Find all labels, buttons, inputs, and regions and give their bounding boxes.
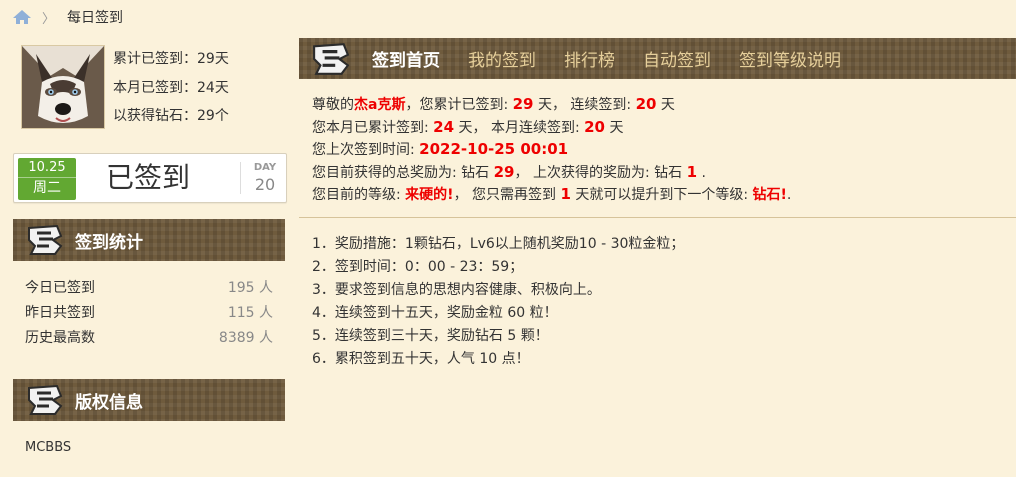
stats-section-title: 签到统计 xyxy=(75,232,143,253)
username[interactable]: 杰a克斯 xyxy=(354,97,405,113)
copyright-section-header: 版权信息 xyxy=(13,379,285,421)
home-icon[interactable] xyxy=(12,9,32,25)
day-divider xyxy=(240,162,241,194)
signed-status: 已签到 xyxy=(106,161,191,194)
current-level: 来硬的! xyxy=(405,187,454,203)
info-text: 天， 连续签到: xyxy=(533,97,636,113)
info-text: 您目前的等级: xyxy=(312,187,406,203)
date-label: 10.25 xyxy=(18,158,76,178)
last-reward: 1 xyxy=(686,162,698,181)
breadcrumb: 〉 每日签到 xyxy=(12,7,123,27)
mcbbs-logo-icon xyxy=(313,42,350,75)
stats-row-label: 昨日共签到 xyxy=(25,305,95,321)
month-signed-stat: 本月已签到：24天 xyxy=(113,79,229,96)
rule-item: 4．连续签到十五天，奖励金粒 60 粒！ xyxy=(312,305,558,321)
copyright-section-title: 版权信息 xyxy=(75,392,143,413)
total-signed-stat: 累计已签到：29天 xyxy=(113,51,229,67)
tab-ranking[interactable]: 排行榜 xyxy=(564,46,615,71)
sign-info: 尊敬的杰a克斯，您累计已签到: 29 天， 连续签到: 20 天 您本月已累计签… xyxy=(312,93,791,206)
month-days: 24 xyxy=(433,117,455,136)
breadcrumb-current[interactable]: 每日签到 xyxy=(67,7,123,27)
total-days: 29 xyxy=(512,95,534,113)
info-text: ，您累计已签到: xyxy=(405,97,513,113)
sign-status-card[interactable]: 10.25 周二 已签到 DAY 20 xyxy=(13,153,287,203)
date-box: 10.25 周二 xyxy=(18,158,76,200)
month-streak-days: 20 xyxy=(584,117,605,136)
info-line-reward: 您目前获得的总奖励为: 钻石 29， 上次获得的奖励为: 钻石 1 . xyxy=(312,161,791,184)
info-line-level: 您目前的等级: 来硬的!， 您只需再签到 1 天就可以提升到下一个等级: 钻石!… xyxy=(312,183,791,206)
tab-my-sign[interactable]: 我的签到 xyxy=(468,46,536,71)
stats-list: 今日已签到 195 人 昨日共签到 115 人 历史最高数 8389 人 xyxy=(25,276,273,351)
mcbbs-logo-icon xyxy=(28,224,63,255)
last-sign-time: 2022-10-25 00:01 xyxy=(419,140,569,158)
tab-sign-home[interactable]: 签到首页 xyxy=(372,46,440,71)
rule-item: 6．累积签到五十天，人气 10 点！ xyxy=(312,351,530,367)
day-box: DAY 20 xyxy=(250,161,280,195)
stats-row: 昨日共签到 115 人 xyxy=(25,301,273,326)
days-needed: 1 xyxy=(560,185,571,203)
copyright-text: MCBBS xyxy=(25,440,72,455)
info-text: . xyxy=(786,187,792,203)
weekday-label: 周二 xyxy=(33,180,61,196)
tab-auto-sign[interactable]: 自动签到 xyxy=(643,46,711,71)
rule-item: 3．要求签到信息的思想内容健康、积极向上。 xyxy=(312,282,601,298)
mcbbs-logo-icon xyxy=(28,384,63,415)
rule-item: 2．签到时间：0：00 - 23：59； xyxy=(312,259,524,275)
avatar[interactable] xyxy=(21,45,105,129)
nav-bar: 签到首页 我的签到 排行榜 自动签到 签到等级说明 xyxy=(299,38,1016,79)
breadcrumb-separator: 〉 xyxy=(42,11,56,27)
stats-row-value: 195 人 xyxy=(227,280,273,296)
stats-row-label: 今日已签到 xyxy=(25,280,95,296)
info-line-month: 您本月已累计签到: 24 天， 本月连续签到: 20 天 xyxy=(312,116,791,139)
info-text: 您本月已累计签到: xyxy=(312,119,434,136)
info-text: 尊敬的 xyxy=(312,97,354,113)
stats-row: 历史最高数 8389 人 xyxy=(25,326,273,351)
day-label: DAY xyxy=(253,162,277,173)
info-text: 天， 本月连续签到: xyxy=(454,119,585,136)
stats-row-label: 历史最高数 xyxy=(25,330,95,346)
info-text: 天 xyxy=(656,97,675,113)
rule-item: 5．连续签到三十天，奖励钻石 5 颗！ xyxy=(312,328,549,344)
info-text: 天 xyxy=(605,119,624,136)
stats-row-value: 8389 人 xyxy=(218,330,273,346)
streak-days: 20 xyxy=(635,95,657,113)
info-line-total: 尊敬的杰a克斯，您累计已签到: 29 天， 连续签到: 20 天 xyxy=(312,93,791,116)
divider xyxy=(299,217,1016,218)
info-text: 您目前获得的总奖励为: 钻石 xyxy=(312,164,494,181)
user-stats: 累计已签到：29天 本月已签到：24天 以获得钻石：29个 xyxy=(113,45,229,131)
total-reward: 29 xyxy=(493,162,515,181)
stats-row-value: 115 人 xyxy=(227,305,273,321)
info-text: 天就可以提升到下一个等级: xyxy=(570,187,753,203)
info-text: ， 上次获得的奖励为: 钻石 xyxy=(514,164,687,181)
info-text: . xyxy=(697,164,706,181)
rule-item: 1．奖励措施：1颗钻石，Lv6以上随机奖励10 - 30粒金粒； xyxy=(312,236,685,252)
stats-row: 今日已签到 195 人 xyxy=(25,276,273,301)
info-text: ， 您只需再签到 xyxy=(453,187,561,203)
next-level: 钻石! xyxy=(752,187,787,203)
info-text: 您上次签到时间: xyxy=(312,142,420,158)
info-line-last-time: 您上次签到时间: 2022-10-25 00:01 xyxy=(312,138,791,161)
day-number: 20 xyxy=(254,175,276,194)
rules-list: 1．奖励措施：1颗钻石，Lv6以上随机奖励10 - 30粒金粒； 2．签到时间：… xyxy=(312,233,684,371)
stats-section-header: 签到统计 xyxy=(13,219,285,261)
tab-level-info[interactable]: 签到等级说明 xyxy=(739,46,841,71)
diamond-stat: 以获得钻石：29个 xyxy=(113,108,229,124)
